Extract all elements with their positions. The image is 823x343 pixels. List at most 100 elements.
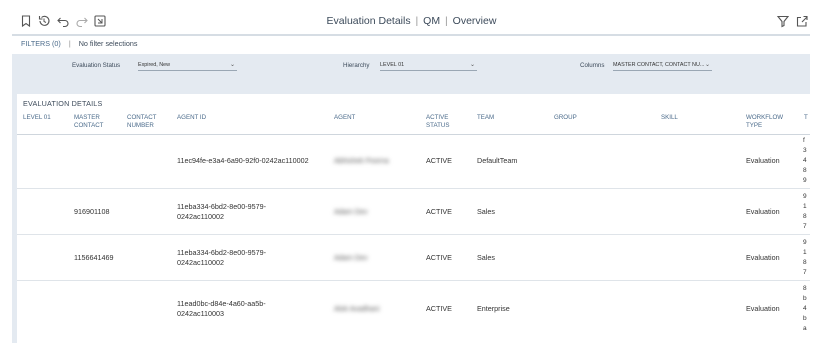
- truncated-char: 8: [803, 285, 807, 292]
- chevron-down-icon: ⌄: [704, 60, 710, 70]
- columns-value: MASTER CONTACT, CONTACT NU...: [613, 62, 705, 68]
- truncated-column-cell: f 3 4 8 9: [803, 136, 811, 186]
- section-title: EVALUATION DETAILS: [23, 99, 103, 108]
- agent-id-cell: 11eba334-6bd2-8e00-9579- 0242ac110002: [177, 202, 266, 222]
- truncated-char: 8: [803, 259, 807, 266]
- master-contact-cell: 1156641469: [74, 253, 114, 262]
- title-part-2: QM: [423, 15, 441, 27]
- row-divider: [17, 280, 810, 281]
- share-icon[interactable]: [795, 14, 809, 28]
- column-header-contact-number[interactable]: CONTACT NUMBER: [127, 114, 156, 129]
- title-part-3: Overview: [452, 15, 497, 27]
- filters-toggle[interactable]: FILTERS (0): [21, 39, 61, 48]
- filters-summary-text: No filter selections: [78, 39, 138, 48]
- column-header-master-contact[interactable]: MASTER CONTACT: [74, 114, 103, 129]
- team-cell: Sales: [477, 253, 495, 262]
- column-header-text: TEAM: [477, 114, 495, 121]
- truncated-char: 4: [803, 305, 807, 312]
- filters-summary: FILTERS (0) | No filter selections: [21, 39, 137, 48]
- toolbar: Evaluation Details | QM | Overview: [0, 0, 823, 36]
- workflow-type-cell: Evaluation: [746, 253, 780, 262]
- agent-name-cell: Adam Dev: [334, 253, 368, 262]
- column-header-workflow-type[interactable]: WORKFLOW TYPE: [746, 114, 783, 129]
- evaluation-status-select[interactable]: Expired, New ⌄: [138, 60, 237, 71]
- evaluation-status-label: Evaluation Status: [72, 62, 121, 69]
- workflow-type-cell: Evaluation: [746, 156, 780, 165]
- agent-id-line: 0242ac110002: [177, 258, 225, 267]
- active-status-cell: ACTIVE: [426, 253, 452, 262]
- page-title: Evaluation Details | QM | Overview: [0, 15, 823, 27]
- row-divider: [17, 234, 810, 235]
- truncated-char: 7: [803, 223, 807, 230]
- columns-label: Columns: [580, 62, 605, 69]
- evaluation-status-value: Expired, New: [138, 62, 171, 68]
- column-header-skill[interactable]: SKILL: [661, 114, 678, 122]
- title-separator: |: [415, 15, 419, 27]
- agent-id-line: 11ead0bc-d84e-4a60-aa5b-: [177, 299, 266, 308]
- team-cell: Sales: [477, 207, 495, 216]
- table-left-edge: [12, 94, 17, 343]
- chevron-down-icon: ⌄: [229, 62, 235, 68]
- agent-id-cell: 11ec94fe-e3a4-6a90-92f0-0242ac110002: [177, 156, 309, 166]
- active-status-cell: ACTIVE: [426, 156, 452, 165]
- chevron-down-icon: ⌄: [469, 62, 475, 68]
- column-header-group[interactable]: GROUP: [554, 114, 577, 122]
- column-header-text: NUMBER: [127, 121, 154, 129]
- workflow-type-cell: Evaluation: [746, 207, 780, 216]
- agent-id-line: 11eba334-6bd2-8e00-9579-: [177, 248, 266, 257]
- agent-name-cell: Alok Avadhani: [334, 304, 380, 313]
- column-header-team[interactable]: TEAM: [477, 114, 494, 122]
- hierarchy-label: Hierarchy: [343, 62, 370, 69]
- agent-id-line: 0242ac110003: [177, 309, 225, 318]
- truncated-column-cell: 8b4ba: [803, 284, 811, 334]
- column-header-text: TYPE: [746, 121, 763, 129]
- column-header-text: WORKFLOW: [746, 114, 784, 121]
- title-separator: |: [445, 15, 448, 27]
- hierarchy-value: LEVEL 01: [380, 62, 405, 68]
- truncated-char: 1: [803, 249, 807, 256]
- agent-id-cell: 11ead0bc-d84e-4a60-aa5b- 0242ac110003: [177, 299, 266, 319]
- column-header-text: MASTER: [74, 114, 100, 121]
- active-status-cell: ACTIVE: [426, 207, 452, 216]
- truncated-char: 8: [803, 167, 807, 174]
- column-header-text: GROUP: [554, 114, 577, 121]
- agent-id-line: 11eba334-6bd2-8e00-9579-: [177, 202, 266, 211]
- column-header-text: AGENT ID: [177, 114, 207, 121]
- truncated-char: 9: [803, 239, 807, 246]
- hierarchy-select[interactable]: LEVEL 01 ⌄: [380, 60, 477, 71]
- truncated-char: 1: [803, 203, 807, 210]
- columns-select[interactable]: MASTER CONTACT, CONTACT NU... ⌄: [613, 60, 712, 71]
- title-part-1: Evaluation Details: [326, 15, 411, 27]
- truncated-char: 4: [803, 157, 807, 164]
- column-header-text: CONTACT: [74, 121, 104, 129]
- team-cell: Enterprise: [477, 304, 510, 313]
- column-header-agent[interactable]: AGENT: [334, 114, 355, 122]
- truncated-column-cell: 9 1 8 7: [803, 192, 811, 232]
- filter-icon[interactable]: [776, 14, 790, 28]
- truncated-char: a: [803, 325, 807, 332]
- truncated-char: 8: [803, 213, 807, 220]
- agent-id-cell: 11eba334-6bd2-8e00-9579- 0242ac110002: [177, 248, 266, 268]
- truncated-char: 3: [803, 147, 807, 154]
- column-header-truncated[interactable]: T: [804, 114, 808, 122]
- column-header-level-01[interactable]: LEVEL 01: [23, 114, 51, 122]
- truncated-column-cell: 9 1 8 7: [803, 238, 811, 278]
- column-header-text: ACTIVE: [426, 114, 449, 121]
- column-header-text: LEVEL 01: [23, 114, 51, 121]
- truncated-char: 7: [803, 269, 807, 276]
- truncated-char: f: [803, 137, 805, 144]
- column-header-active-status[interactable]: ACTIVE STATUS: [426, 114, 450, 129]
- agent-id-line: 0242ac110002: [177, 212, 225, 221]
- truncated-char: 9: [803, 193, 807, 200]
- agent-name-cell: Abhishek Poorna: [334, 156, 389, 165]
- truncated-char: b: [803, 295, 807, 302]
- column-header-text: AGENT: [334, 114, 356, 121]
- column-header-text: T: [804, 114, 808, 121]
- truncated-char: 9: [803, 177, 807, 184]
- column-header-agent-id[interactable]: AGENT ID: [177, 114, 206, 122]
- header-divider: [17, 134, 810, 135]
- active-status-cell: ACTIVE: [426, 304, 452, 313]
- master-contact-cell: 916901108: [74, 207, 110, 216]
- filters-separator: |: [68, 39, 71, 48]
- column-header-text: CONTACT: [127, 114, 157, 121]
